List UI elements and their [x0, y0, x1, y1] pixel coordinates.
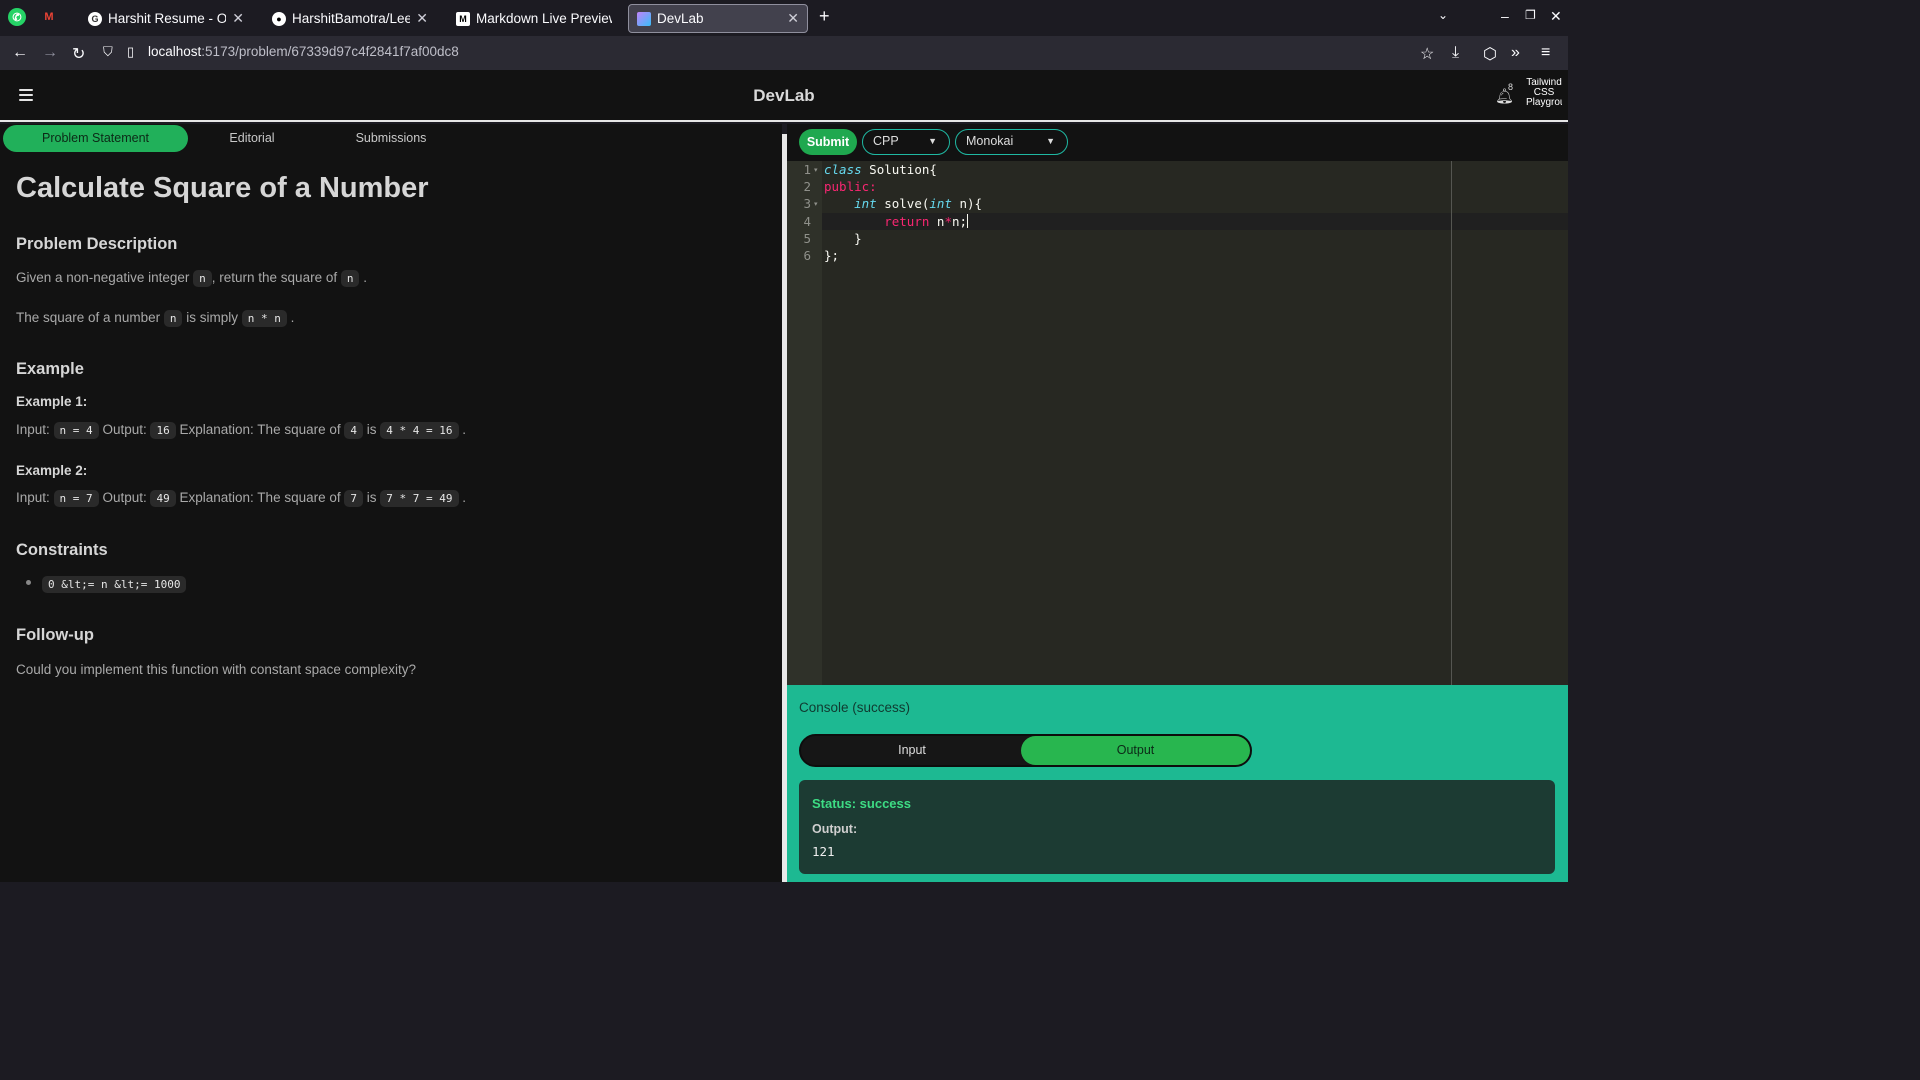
code-line: }; — [824, 248, 840, 263]
new-tab-icon[interactable]: + — [819, 6, 830, 27]
close-tab-icon[interactable]: ✕ — [232, 10, 244, 27]
language-select[interactable]: CPP ▼ — [862, 129, 950, 155]
code-line: public: — [824, 179, 877, 194]
restore-icon[interactable]: ❐ — [1525, 8, 1536, 22]
tab-favicon-icon: G — [88, 11, 102, 26]
tab-editorial[interactable]: Editorial — [188, 125, 316, 152]
tab-problem-statement[interactable]: Problem Statement — [3, 125, 188, 152]
minimize-icon[interactable]: – — [1501, 8, 1509, 24]
browser-tab-active[interactable]: DevLab ✕ — [628, 4, 808, 33]
caret-down-icon: ▼ — [1046, 136, 1055, 146]
app-header: DevLab 🔔︎ 8 Tailwind CSS Playground — [0, 70, 1568, 122]
caret-down-icon: ▼ — [928, 136, 937, 146]
line-number: 5 — [803, 231, 811, 246]
close-window-icon[interactable]: ✕ — [1550, 8, 1562, 25]
line-number: 2 — [803, 179, 811, 194]
example-2-label: Example 2: — [16, 463, 88, 478]
close-tab-icon[interactable]: ✕ — [787, 10, 799, 27]
editor-gutter: 1 ▾ 2 3 ▾ 4 5 6 — [787, 161, 822, 685]
tab-submissions[interactable]: Submissions — [323, 125, 459, 152]
code-line: int solve(int n){ — [854, 196, 983, 211]
url-bar[interactable]: localhost:5173/problem/67339d97c4f2841f7… — [148, 44, 459, 59]
constraint-item: 0 &lt;= n &lt;= 1000 — [42, 576, 187, 593]
console-tab-switch: Input Output — [799, 734, 1252, 767]
browser-nav-bar: ← → ↻ ⛉ ▯ localhost:5173/problem/67339d9… — [0, 36, 1568, 70]
problem-panel: Problem Statement Editorial Submissions … — [0, 124, 782, 882]
downloads-icon[interactable]: ⤓ — [1452, 44, 1459, 62]
github-icon: ● — [272, 11, 286, 26]
output-box: Status: success Output: 121 — [799, 780, 1555, 874]
text-cursor — [967, 214, 969, 228]
page-info-icon[interactable]: ▯ — [127, 44, 134, 60]
avatar[interactable]: Tailwind CSS Playground — [1526, 78, 1562, 112]
extensions-icon[interactable]: ⬡ — [1483, 44, 1497, 64]
notification-count: 8 — [1508, 82, 1514, 92]
overflow-icon[interactable]: » — [1511, 44, 1520, 62]
editor-panel: Submit CPP ▼ Monokai ▼ 1 ▾ 2 3 ▾ 4 5 6 cla… — [787, 124, 1568, 882]
devlab-icon — [637, 11, 651, 26]
gmail-pinned-tab[interactable]: M — [40, 8, 58, 26]
tab-title: Harshit Resume - Online — [108, 11, 227, 26]
whatsapp-pinned-tab[interactable]: ✆ — [8, 8, 26, 26]
fold-arrow-icon[interactable]: ▾ — [814, 200, 818, 208]
line-number: 4 — [803, 214, 811, 229]
submit-button[interactable]: Submit — [799, 129, 857, 155]
forward-icon[interactable]: → — [42, 44, 58, 62]
app-brand: DevLab — [753, 86, 815, 105]
menu-icon[interactable]: ≡ — [1541, 44, 1550, 62]
example-2-body: Input: n = 7 Output: 49 Explanation: The… — [16, 490, 467, 507]
theme-select[interactable]: Monokai ▼ — [955, 129, 1068, 155]
output-label: Output: — [812, 822, 858, 836]
fold-arrow-icon[interactable]: ▾ — [814, 166, 818, 174]
console-panel: Console (success) Input Output Status: s… — [787, 685, 1568, 882]
example-1-body: Input: n = 4 Output: 16 Explanation: The… — [16, 422, 467, 439]
status-text: Status: success — [812, 796, 911, 811]
description-heading: Problem Description — [16, 235, 178, 253]
tab-output[interactable]: Output — [1021, 736, 1250, 765]
browser-tab[interactable]: M Markdown Live Preview — [448, 4, 620, 33]
output-value: 121 — [812, 844, 835, 859]
list-tabs-icon[interactable]: ⌄ — [1438, 8, 1448, 22]
followup-text: Could you implement this function with c… — [16, 662, 416, 677]
console-title: Console (success) — [799, 700, 911, 715]
line-number: 3 — [803, 196, 811, 211]
markdown-icon: M — [456, 11, 470, 26]
back-icon[interactable]: ← — [12, 44, 28, 62]
problem-title: Calculate Square of a Number — [16, 172, 429, 204]
constraints-heading: Constraints — [16, 541, 108, 559]
reload-icon[interactable]: ↻ — [72, 44, 85, 64]
description-line-1: Given a non-negative integer n, return t… — [16, 270, 368, 287]
list-bullet — [26, 580, 31, 585]
shield-icon[interactable]: ⛉ — [103, 44, 113, 60]
browser-tab-bar: ✆ M G Harshit Resume - Online ✕ ● Harshi… — [0, 0, 1568, 36]
line-number: 6 — [803, 248, 811, 263]
followup-heading: Follow-up — [16, 626, 94, 644]
description-line-2: The square of a number n is simply n * n… — [16, 310, 295, 327]
tab-title: Markdown Live Preview — [476, 11, 612, 26]
line-number: 1 — [803, 162, 811, 177]
browser-tab[interactable]: G Harshit Resume - Online ✕ — [80, 4, 252, 33]
example-1-label: Example 1: — [16, 394, 88, 409]
print-margin — [1451, 161, 1452, 685]
tab-title: DevLab — [657, 11, 704, 26]
example-heading: Example — [16, 360, 84, 378]
problem-tabs: Problem Statement Editorial Submissions — [3, 125, 468, 153]
bookmark-star-icon[interactable]: ☆ — [1420, 44, 1434, 64]
close-tab-icon[interactable]: ✕ — [416, 10, 428, 27]
code-line: } — [854, 231, 862, 246]
browser-tab[interactable]: ● HarshitBamotra/Leetcod ✕ — [264, 4, 436, 33]
code-editor[interactable]: 1 ▾ 2 3 ▾ 4 5 6 class Solution{ public: … — [787, 161, 1568, 685]
code-line: class Solution{ — [824, 162, 937, 177]
code-line: return n*n; — [884, 214, 969, 229]
tab-input[interactable]: Input — [801, 736, 1023, 765]
tab-title: HarshitBamotra/Leetcod — [292, 11, 411, 26]
